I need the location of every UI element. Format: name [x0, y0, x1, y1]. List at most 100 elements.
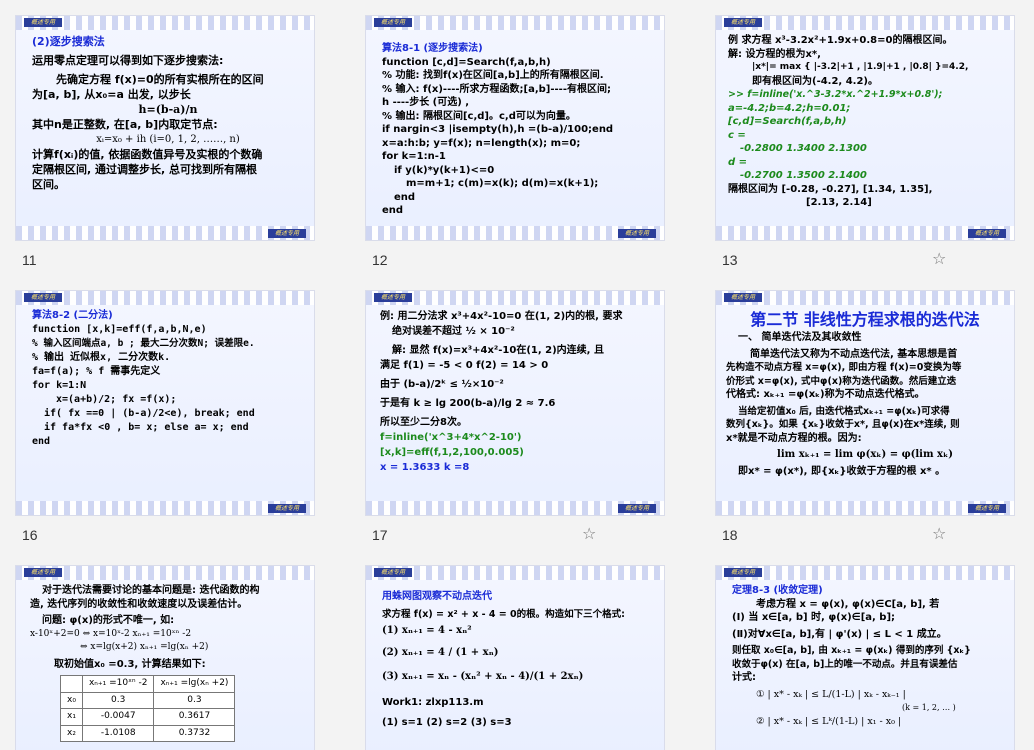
code-line: fa=f(a); % f 需事先定义 [32, 366, 161, 377]
slide-thumbnail-17[interactable]: 概述专用 例: 用二分法求 x³+4x²-10=0 在(1, 2)内的根, 要求… [365, 290, 665, 516]
slide-heading: 例: 用二分法求 x³+4x²-10=0 在(1, 2)内的根, 要求 [380, 311, 623, 322]
table-header-cell: xₙ₊₁ =lg(xₙ +2) [153, 675, 236, 693]
code-line: a=-4.2;b=4.2;h=0.01; [728, 102, 851, 114]
slide-thumbnail-11[interactable]: 概述专用 (2)逐步搜索法 运用零点定理可以得到如下逐步搜索法: 先确定方程 f… [15, 15, 315, 241]
slide-formula: ① | x* - xₖ | ≤ L/(1-L) | xₖ - xₖ₋₁ | [756, 688, 906, 700]
slide-text: 定隔根区间, 通过调整步长, 总可找到所有隔根 [32, 163, 258, 176]
slide-badge: 概述专用 [724, 293, 762, 302]
table-cell: x₁ [60, 708, 83, 726]
slide-heading: (2)逐步搜索法 [32, 35, 105, 48]
slide-text: 为[a, b], 从x₀=a 出发, 以步长 [32, 88, 191, 101]
slide-content: 用蛛网图观察不动点迭代 求方程 f(x) = x² + x - 4 = 0的根。… [382, 584, 654, 730]
slide-number: 12 [372, 252, 388, 268]
slide-text: 造, 迭代序列的收敛性和收敛速度以及误差估计。 [30, 598, 248, 610]
code-output: -0.2800 1.3400 2.1300 [740, 143, 867, 154]
code-line: h ----步长 (可选) , [382, 97, 470, 108]
slide-content: (2)逐步搜索法 运用零点定理可以得到如下逐步搜索法: 先确定方程 f(x)=0… [32, 34, 304, 192]
code-line: [x,k]=eff(f,1,2,100,0.005) [380, 447, 524, 458]
slide-text: 其中n是正整数, 在[a, b]内取定节点: [32, 118, 218, 131]
slide-badge: 概述专用 [724, 18, 762, 27]
slide-badge: 概述专用 [968, 229, 1006, 238]
slide-text: Work1: zlxp113.m [382, 697, 484, 708]
code-line: [c,d]=Search(f,a,b,h) [728, 116, 847, 127]
code-line: m=m+1; c(m)=x(k); d(m)=x(k+1); [406, 178, 599, 189]
slide-thumbnail-19[interactable]: 概述专用 对于迭代法需要讨论的基本问题是: 迭代函数的构 造, 迭代序列的收敛性… [15, 565, 315, 750]
slide-section-title: 第二节 非线性方程求根的迭代法 [750, 310, 980, 329]
table-row: x₂ -1.0108 0.3732 [60, 724, 236, 742]
slide-formula: h=(b-a)/n [138, 103, 198, 116]
slide-thumbnail-13[interactable]: 概述专用 例 求方程 x³-3.2x²+1.9x+0.8=0的隔根区间。 解: … [715, 15, 1015, 241]
slide-text: (Ⅱ)对∀x∈[a, b],有 | φ'(x) | ≤ L < 1 成立。 [732, 628, 947, 640]
slide-formula: (3) xₙ₊₁ = xₙ - (xₙ² + xₙ - 4)/(1 + 2xₙ) [382, 671, 584, 682]
slide-text: 解: 设方程的根为x*, [728, 48, 821, 60]
slide-number: 11 [22, 252, 37, 268]
slide-badge: 概述专用 [24, 293, 62, 302]
favorite-star-icon[interactable]: ☆ [932, 249, 946, 268]
code-line: c = [728, 129, 746, 141]
slide-thumbnail-20[interactable]: 概述专用 用蛛网图观察不动点迭代 求方程 f(x) = x² + x - 4 =… [365, 565, 665, 750]
slide-text: 则任取 x₀∈[a, b], 由 xₖ₊₁ = φ(xₖ) 得到的序列 {xₖ} [732, 645, 971, 656]
table-cell: x₀ [60, 691, 83, 709]
slide-text: 运用零点定理可以得到如下逐步搜索法: [32, 54, 224, 67]
slide-content: 例: 用二分法求 x³+4x²-10=0 在(1, 2)内的根, 要求 绝对误差… [380, 309, 654, 475]
table-row: x₀ 0.3 0.3 [60, 691, 236, 709]
slide-formula: ② | x* - xₖ | ≤ Lᵏ/(1-L) | x₁ - x₀ | [756, 715, 902, 727]
slide-number: 17 [372, 527, 388, 543]
code-line: if( fx ==0 | (b-a)/2<e), break; end [44, 408, 255, 419]
slide-formula: x-10ˣ+2=0 ⇔ x=10ˣ-2 xₙ₊₁ =10ˣⁿ -2 [30, 628, 192, 639]
slide-heading: 用蛛网图观察不动点迭代 [382, 591, 492, 602]
slide-text: 绝对误差不超过 ½ × 10⁻² [392, 326, 515, 337]
slide-subtitle: 一、 简单迭代法及其收敛性 [738, 332, 862, 343]
table-header-row: xₙ₊₁ =10ˣⁿ -2 xₙ₊₁ =lg(xₙ +2) [60, 675, 236, 693]
slide-text: 当给定初值x₀ 后, 由迭代格式xₖ₊₁ =φ(xₖ)可求得 [738, 405, 950, 417]
slide-text: 隔根区间为 [-0.28, -0.27], [1.34, 1.35], [728, 183, 933, 195]
slide-content: 算法8-2 (二分法) function [x,k]=eff(f,a,b,N,e… [32, 309, 304, 449]
slide-text: 代格式: xₖ₊₁ =φ(xₖ)称为不动点迭代格式。 [726, 389, 925, 400]
table-header-cell [60, 675, 83, 693]
slide-text: 数列{xₖ}。如果 {xₖ}收敛于x*, 且φ(x)在x*连续, 则 [726, 419, 960, 430]
slide-badge: 概述专用 [268, 229, 306, 238]
slide-badge: 概述专用 [374, 568, 412, 577]
slide-text: 计式: [732, 672, 756, 683]
slide-formula: |x*|= max { |-3.2|+1 , |1.9|+1 , |0.8| }… [752, 62, 969, 72]
slide-text: 价形式 x=φ(x), 式中φ(x)称为迭代函数。然后建立迭 [726, 375, 957, 387]
table-cell: 0.3617 [153, 708, 236, 726]
code-line: % 输入区间端点a, b ; 最大二分次数N; 误差限e. [32, 338, 255, 349]
table-header-cell: xₙ₊₁ =10ˣⁿ -2 [81, 675, 155, 693]
slide-badge: 概述专用 [724, 568, 762, 577]
slide-thumbnail-12[interactable]: 概述专用 算法8-1 (逐步搜索法) function [c,d]=Search… [365, 15, 665, 241]
slide-thumbnail-21[interactable]: 概述专用 定理8-3 (收敛定理) 考虑方程 x = φ(x), φ(x)∈C[… [715, 565, 1015, 750]
slide-text: 考虑方程 x = φ(x), φ(x)∈C[a, b], 若 [756, 598, 940, 610]
slide-text: 取初始值x₀ =0.3, 计算结果如下: [54, 658, 206, 670]
favorite-star-icon[interactable]: ☆ [932, 524, 946, 543]
code-line: f=inline('x^3+4*x^2-10') [380, 432, 522, 443]
slide-badge: 概述专用 [968, 504, 1006, 513]
table-cell: 0.3 [153, 691, 236, 709]
slide-badge: 概述专用 [374, 293, 412, 302]
code-line: function [c,d]=Search(f,a,b,h) [382, 56, 551, 68]
slide-content: 第二节 非线性方程求根的迭代法 一、 简单迭代法及其收敛性 简单迭代法又称为不动… [726, 309, 1004, 478]
slide-thumbnail-18[interactable]: 概述专用 第二节 非线性方程求根的迭代法 一、 简单迭代法及其收敛性 简单迭代法… [715, 290, 1015, 516]
slide-text: 解: 显然 f(x)=x³+4x²-10在(1, 2)内连续, 且 [392, 345, 604, 356]
code-line: for k=1:N [32, 380, 87, 391]
slide-thumbnail-16[interactable]: 概述专用 算法8-2 (二分法) function [x,k]=eff(f,a,… [15, 290, 315, 516]
slide-number: 16 [22, 527, 38, 543]
slide-badge: 概述专用 [24, 568, 62, 577]
slide-text: 满足 f(1) = -5 < 0 f(2) = 14 > 0 [380, 360, 549, 371]
code-line: for k=1:n-1 [382, 151, 446, 162]
slide-text: 对于迭代法需要讨论的基本问题是: 迭代函数的构 [42, 585, 260, 596]
code-line: function [x,k]=eff(f,a,b,N,e) [32, 324, 207, 335]
slide-text: (1) s=1 (2) s=2 (3) s=3 [382, 717, 512, 728]
code-line: end [382, 205, 404, 216]
slide-text: 计算f(xᵢ)的值, 依据函数值异号及实根的个数确 [32, 148, 263, 161]
slide-formula: ⇔ x=lg(x+2) xₙ₊₁ =lg(xₙ +2) [80, 642, 209, 652]
slide-badge: 概述专用 [618, 504, 656, 513]
code-line: x=(a+b)/2; fx =f(x); [56, 394, 177, 405]
slide-formula: (1) xₙ₊₁ = 4 - xₙ² [382, 625, 472, 636]
slide-heading: 算法8-2 (二分法) [32, 310, 113, 321]
table-cell: x₂ [60, 724, 83, 742]
code-line: % 功能: 找到f(x)在区间[a,b]上的所有隔根区间. [382, 70, 604, 81]
favorite-star-icon[interactable]: ☆ [582, 524, 596, 543]
slide-text: 收敛于φ(x) 在[a, b]上的唯一不动点。并且有误差估 [732, 658, 958, 670]
slide-text: 区间。 [32, 178, 65, 191]
